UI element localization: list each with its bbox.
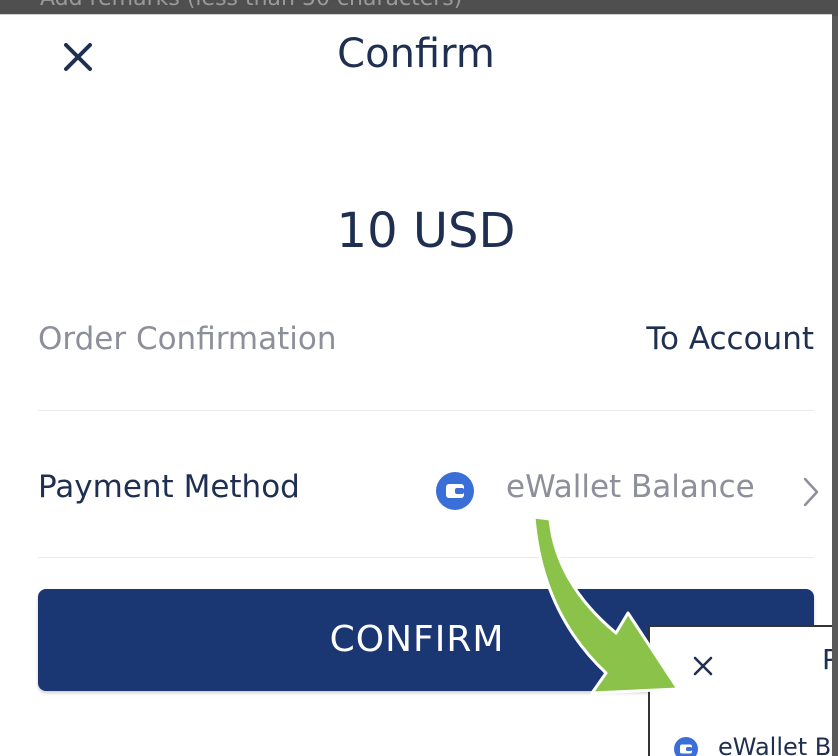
popup-title: P [822,643,832,676]
pointer-arrow-icon [532,515,680,695]
amount-display: 10 USD [336,203,516,259]
order-confirmation-value: To Account [646,321,814,357]
background-caption: Add remarks (less than 50 characters) [40,0,462,11]
wallet-icon [436,472,474,510]
divider [38,410,814,411]
popup-wallet-option: eWallet Ba [718,733,832,756]
page-title: Confirm [337,31,495,77]
confirm-sheet: Confirm 10 USD Order Confirmation To Acc… [0,14,832,756]
payment-method-label: Payment Method [38,469,300,505]
order-confirmation-label: Order Confirmation [38,321,337,357]
wallet-icon [674,737,698,756]
payment-method-value: eWallet Balance [506,469,755,505]
chevron-right-icon [803,477,819,507]
